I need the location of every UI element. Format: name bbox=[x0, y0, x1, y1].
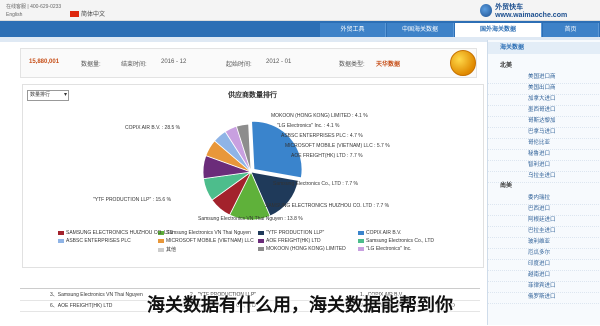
legend-item[interactable]: Samsung Electronics Co., LTD bbox=[358, 238, 434, 244]
legend-label: "LG Electronics" Inc. bbox=[366, 246, 412, 252]
end-time: 2016 - 12 bbox=[161, 59, 187, 65]
legend-item[interactable]: SAMSUNG ELECTRONICS HUIZHOU CO. LTD bbox=[58, 230, 173, 236]
query-info-bar: 15,880,001 数据量: 2016 - 12 结束时间: 2012 - 0… bbox=[20, 48, 477, 78]
sidebar-section-na: 北美 bbox=[500, 63, 513, 69]
tab-tools[interactable]: 外贸工具 bbox=[320, 23, 386, 37]
legend-swatch bbox=[258, 239, 264, 243]
label-asbsc: ASBSC ENTERPRISES PLC : 4.7 % bbox=[281, 133, 363, 139]
label-lg: "LG Electronics" Inc. : 4.1 % bbox=[277, 123, 340, 129]
legend-swatch bbox=[158, 239, 164, 243]
legend-label: MICROSOFT MOBILE (VIETNAM) LLC bbox=[166, 238, 254, 244]
legend-label: 其他 bbox=[166, 247, 177, 253]
data-type: 天华数据 bbox=[376, 62, 401, 68]
legend-item[interactable]: AOE FREIGHT(HK) LTD bbox=[258, 238, 321, 244]
logo-text: 外贸快车 www.waimaoche.com bbox=[495, 3, 568, 19]
pie-slice-0[interactable] bbox=[251, 121, 303, 179]
legend-label: AOE FREIGHT(HK) LTD bbox=[266, 238, 321, 244]
label-samsung-co: Samsung Electronics Co., LTD : 7.7 % bbox=[273, 181, 358, 187]
pie-chart bbox=[202, 121, 303, 221]
end-time-label: 结束时间: bbox=[121, 62, 147, 68]
label-samsung-vn: Samsung Electronics VN Thai Nguyen : 13.… bbox=[198, 216, 303, 222]
service-text: 在线客服 | 400-629-0233 bbox=[6, 4, 62, 10]
globe-logo-icon bbox=[480, 3, 493, 17]
legend-swatch bbox=[358, 239, 364, 243]
legend-swatch bbox=[158, 247, 164, 252]
legend-item[interactable]: ASBSC ENTERPRISES PLC bbox=[58, 238, 131, 244]
legend-label: "YTF PRODUCTION LLP" bbox=[266, 230, 325, 236]
legend-item[interactable]: "LG Electronics" Inc. bbox=[358, 246, 412, 252]
label-mokoon: MOKOON (HONG KONG) LIMITED : 4.1 % bbox=[271, 113, 368, 119]
chart-legend: COPIX AIR B.V. "YTF PRODUCTION LLP" Samsun… bbox=[28, 228, 473, 266]
sidebar-head: 海关数据 bbox=[488, 42, 600, 54]
legend-item[interactable]: 其他 bbox=[158, 246, 176, 253]
label-aoe: AOE FREIGHT(HK) LTD : 7.7 % bbox=[291, 153, 363, 159]
site-logo[interactable]: 外贸快车 www.waimaoche.com bbox=[480, 2, 590, 19]
tab-china-customs[interactable]: 中国海关数据 bbox=[387, 23, 454, 37]
legend-item[interactable]: COPIX AIR B.V. bbox=[358, 230, 401, 236]
legend-swatch bbox=[258, 231, 264, 235]
legend-swatch bbox=[358, 231, 364, 235]
globe-icon bbox=[450, 50, 476, 76]
lang-cn[interactable]: 简体中文 bbox=[70, 9, 105, 18]
sidebar-item[interactable]: 乌拉圭进口 bbox=[488, 171, 600, 183]
legend-swatch bbox=[58, 239, 64, 243]
data-count: 15,880,001 bbox=[29, 59, 60, 65]
label-ytf: "YTF PRODUCTION LLP" : 15.6 % bbox=[93, 197, 172, 203]
legend-label: MOKOON (HONG KONG) LIMITED bbox=[266, 246, 346, 252]
legend-swatch bbox=[358, 247, 364, 251]
legend-item[interactable]: MICROSOFT MOBILE (VIETNAM) LLC bbox=[158, 238, 254, 244]
label-samsung-hz: SAMSUNG ELECTRONICS HUIZHOU CO. LTD : 7.… bbox=[265, 203, 390, 209]
english-link[interactable]: English bbox=[6, 12, 22, 18]
data-type-label: 数据类型: bbox=[339, 62, 365, 68]
label-copix: COPIX AIR B.V. : 28.5 % bbox=[125, 125, 181, 131]
legend-item[interactable]: MOKOON (HONG KONG) LIMITED bbox=[258, 246, 346, 252]
top-bar: 在线客服 | 400-629-0233 English 简体中文 外贸快车 ww… bbox=[0, 0, 600, 21]
start-time-label: 起始时间: bbox=[226, 62, 252, 68]
legend-swatch bbox=[258, 247, 264, 251]
legend-label: Samsung Electronics Co., LTD bbox=[366, 238, 434, 244]
legend-label: SAMSUNG ELECTRONICS HUIZHOU CO. LTD bbox=[66, 230, 174, 236]
overlay-caption: 海关数据有什么用，海关数据能帮到你 bbox=[147, 295, 453, 315]
data-count-label: 数据量: bbox=[81, 62, 101, 68]
right-sidebar: 海关数据 北美 南美 美国进口商 美国出口商 加拿大进口 墨西哥进口 哥斯达黎加 巴拿马进… bbox=[487, 40, 600, 325]
legend-label: ASBSC ENTERPRISES PLC bbox=[66, 238, 131, 244]
legend-label: Samsung Electronics VN Thai Nguyen bbox=[166, 230, 251, 236]
label-microsoft: MICROSOFT MOBILE (VIETNAM) LLC : 5.7 % bbox=[285, 143, 390, 149]
china-flag-icon bbox=[70, 10, 79, 17]
tab-foreign-customs[interactable]: 国外海关数据 bbox=[455, 23, 542, 37]
start-time: 2012 - 01 bbox=[266, 59, 292, 65]
legend-label: COPIX AIR B.V. bbox=[366, 230, 402, 236]
main-nav: 首页 国外海关数据 中国海关数据 外贸工具 bbox=[0, 21, 600, 37]
tab-home[interactable]: 首页 bbox=[543, 23, 599, 37]
legend-swatch bbox=[58, 231, 64, 235]
legend-item[interactable]: "YTF PRODUCTION LLP" bbox=[258, 230, 324, 236]
